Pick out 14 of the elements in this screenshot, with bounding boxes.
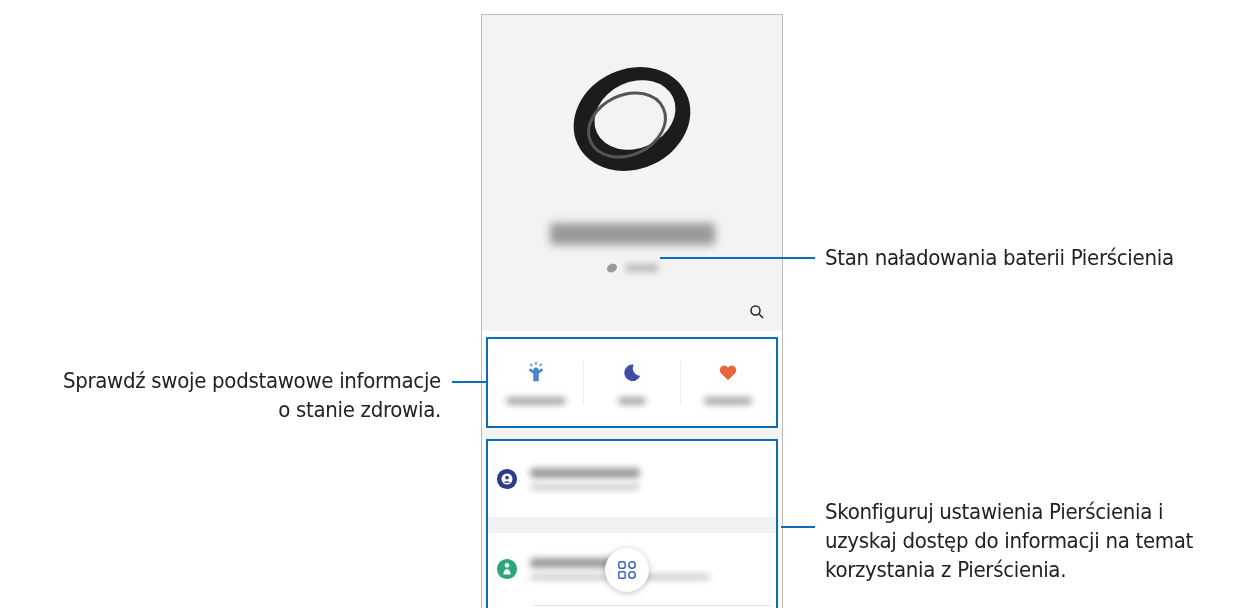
callout-text: Stan naładowania baterii Pierścienia bbox=[825, 244, 1175, 272]
callout-text: Sprawdź swoje podstawowe informacje o stanie zdrowia. bbox=[62, 367, 441, 424]
leader-line bbox=[781, 526, 815, 528]
callout-text: Skonfiguruj ustawienia Pierścienia i uzyskaj dostęp do informacji na temat korzystania z Pierścienia. bbox=[825, 498, 1195, 584]
blurred-text bbox=[618, 396, 646, 405]
apps-button[interactable] bbox=[605, 548, 649, 592]
blurred-text bbox=[505, 396, 566, 405]
ring-icon bbox=[605, 261, 619, 275]
grid-icon bbox=[616, 559, 638, 581]
blurred-text bbox=[625, 264, 659, 272]
account-icon bbox=[496, 468, 518, 490]
blurred-text bbox=[704, 396, 753, 405]
health-icon bbox=[496, 558, 518, 580]
search-icon bbox=[748, 303, 766, 321]
